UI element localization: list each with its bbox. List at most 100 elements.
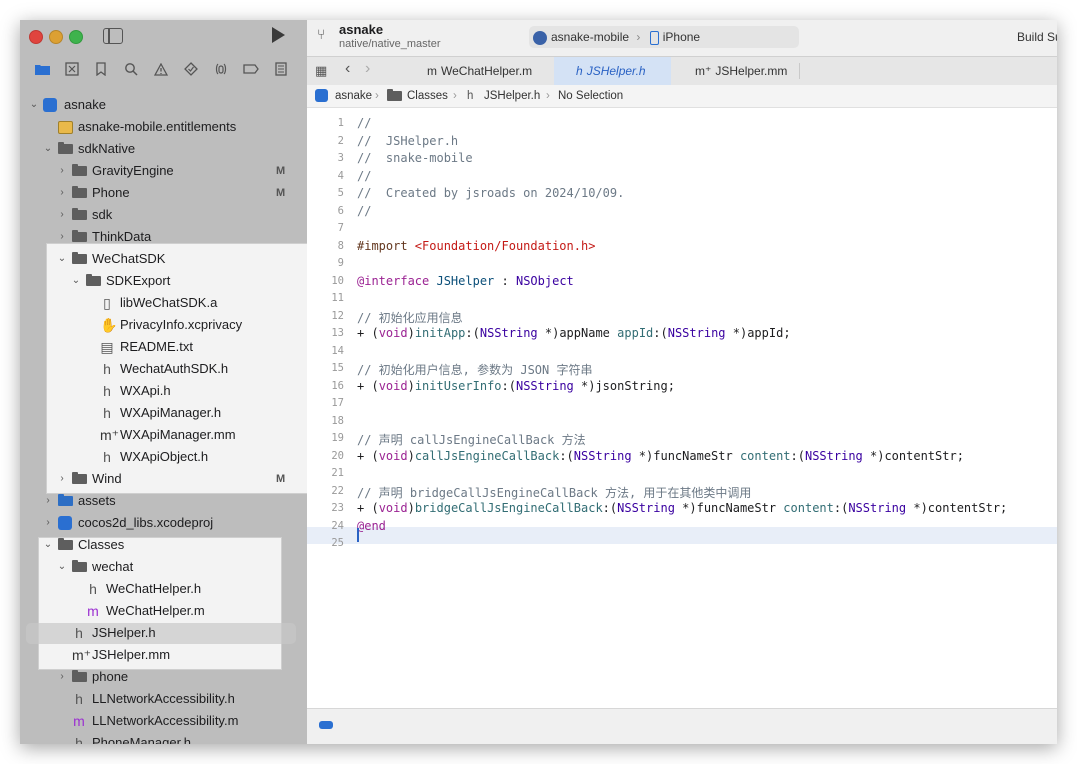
- tree-item-classes[interactable]: ⌄ Classes: [20, 534, 307, 556]
- forward-arrow-icon[interactable]: ›: [365, 60, 370, 78]
- destination-name: iPhone: [662, 30, 701, 44]
- jumpbar-file[interactable]: JSHelper.h: [484, 85, 540, 107]
- tree-item-libwechatsdk[interactable]: ▯ libWeChatSDK.a: [20, 292, 307, 314]
- tree-item-wechatsdk[interactable]: ⌄ WeChatSDK: [20, 248, 307, 270]
- back-arrow-icon[interactable]: ‹: [345, 60, 350, 78]
- chevron-right-icon[interactable]: ›: [57, 160, 67, 182]
- chevron-right-icon[interactable]: ›: [57, 182, 67, 204]
- chevron-right-icon[interactable]: ›: [57, 226, 67, 248]
- run-button[interactable]: [272, 27, 285, 43]
- window-toolbar: ⑂ asnake native/native_master asnake-mob…: [307, 20, 1057, 56]
- project-navigator-icon[interactable]: [34, 61, 50, 77]
- tree-item-jshelper-mm[interactable]: m⁺ JSHelper.mm: [20, 644, 307, 666]
- tree-item-phonemanager-h[interactable]: h PhoneManager.h: [20, 732, 307, 744]
- code-line[interactable]: + (void)callJsEngineCallBack:(NSString *…: [357, 449, 964, 463]
- chevron-down-icon[interactable]: ⌄: [57, 248, 67, 270]
- tree-item-sdkexport[interactable]: ⌄ SDKExport: [20, 270, 307, 292]
- tree-item-wechatauthsdk[interactable]: h WechatAuthSDK.h: [20, 358, 307, 380]
- code-line[interactable]: // 初始化应用信息: [357, 309, 463, 326]
- tree-item-sdknative[interactable]: ⌄ sdkNative: [20, 138, 307, 160]
- code-line[interactable]: #import <Foundation/Foundation.h>: [357, 239, 595, 253]
- line-number: 2: [337, 134, 344, 147]
- tab-label: JSHelper.h: [586, 64, 646, 78]
- chevron-right-icon[interactable]: ›: [57, 204, 67, 226]
- source-editor[interactable]: 1 // 2 // JSHelper.h 3 // snake-mobile 4 // 5 // …: [307, 108, 1057, 708]
- code-line[interactable]: // snake-mobile: [357, 151, 473, 165]
- tree-item-llnetwork-m[interactable]: m LLNetworkAccessibility.m: [20, 710, 307, 732]
- tree-item-wxapiobject-h[interactable]: h WXApiObject.h: [20, 446, 307, 468]
- chevron-down-icon[interactable]: ⌄: [57, 556, 67, 578]
- branch-name[interactable]: native/native_master: [339, 38, 441, 50]
- tree-item-asnake[interactable]: ⌄ asnake: [20, 94, 307, 116]
- tree-item-llnetwork-h[interactable]: h LLNetworkAccessibility.h: [20, 688, 307, 710]
- tree-item-wechathelper-h[interactable]: h WeChatHelper.h: [20, 578, 307, 600]
- chevron-down-icon[interactable]: ⌄: [43, 534, 53, 556]
- chevron-right-icon[interactable]: ›: [57, 666, 67, 688]
- code-line[interactable]: + (void)bridgeCallJsEngineCallBack:(NSSt…: [357, 501, 1007, 515]
- find-navigator-icon[interactable]: [123, 61, 139, 77]
- code-line[interactable]: // Created by jsroads on 2024/10/09.: [357, 186, 624, 200]
- tree-item-entitlements[interactable]: asnake-mobile.entitlements: [20, 116, 307, 138]
- modified-badge: M: [276, 187, 286, 199]
- tree-item-sdk[interactable]: › sdk: [20, 204, 307, 226]
- chevron-right-icon[interactable]: ›: [43, 512, 53, 534]
- objcpp-file-icon: m⁺: [72, 647, 92, 663]
- jumpbar-project[interactable]: asnake: [335, 85, 372, 107]
- line-number: 17: [331, 397, 344, 409]
- tree-item-readme[interactable]: ▤ README.txt: [20, 336, 307, 358]
- tree-item-jshelper-h[interactable]: h JSHelper.h: [20, 622, 307, 644]
- tab-jshelper-h[interactable]: h JSHelper.h: [554, 57, 671, 85]
- report-navigator-icon[interactable]: [273, 61, 289, 77]
- jumpbar-group[interactable]: Classes: [407, 85, 448, 107]
- code-line[interactable]: @interface JSHelper : NSObject: [357, 274, 574, 288]
- chevron-down-icon[interactable]: ⌄: [29, 94, 39, 116]
- code-line[interactable]: // 初始化用户信息, 参数为 JSON 字符串: [357, 361, 592, 378]
- breakpoint-navigator-icon[interactable]: [243, 61, 259, 77]
- grid-icon[interactable]: ▦: [315, 63, 327, 79]
- tree-item-wechathelper-m[interactable]: m WeChatHelper.m: [20, 600, 307, 622]
- debug-area-toggle-icon[interactable]: [319, 721, 333, 729]
- tree-item-wxapimanager-mm[interactable]: m⁺ WXApiManager.mm: [20, 424, 307, 446]
- code-line[interactable]: //: [357, 116, 371, 130]
- code-line[interactable]: // 声明 callJsEngineCallBack 方法: [357, 431, 586, 448]
- code-line[interactable]: @end: [357, 519, 386, 533]
- tree-item-phone-group[interactable]: › phone: [20, 666, 307, 688]
- tree-item-cocos2d-libs[interactable]: › cocos2d_libs.xcodeproj: [20, 512, 307, 534]
- tree-item-privacyinfo[interactable]: ✋ PrivacyInfo.xcprivacy: [20, 314, 307, 336]
- tree-item-wxapi-h[interactable]: h WXApi.h: [20, 380, 307, 402]
- jumpbar-symbol[interactable]: No Selection: [558, 85, 623, 107]
- bookmark-navigator-icon[interactable]: [93, 61, 109, 77]
- line-number: 18: [331, 414, 344, 427]
- tree-item-thinkdata[interactable]: › ThinkData: [20, 226, 307, 248]
- chevron-down-icon[interactable]: ⌄: [71, 270, 81, 292]
- sidebar-toggle-icon[interactable]: [103, 28, 123, 44]
- tree-item-phone[interactable]: › Phone M: [20, 182, 307, 204]
- chevron-down-icon[interactable]: ⌄: [43, 138, 53, 160]
- code-line[interactable]: //: [357, 204, 371, 218]
- tree-item-assets[interactable]: › assets: [20, 490, 307, 512]
- chevron-right-icon[interactable]: ›: [57, 468, 67, 490]
- issue-navigator-icon[interactable]: [153, 61, 169, 77]
- debug-navigator-icon[interactable]: [213, 61, 229, 77]
- source-control-navigator-icon[interactable]: [64, 61, 80, 77]
- code-line[interactable]: + (void)initUserInfo:(NSString *)jsonStr…: [357, 379, 675, 393]
- zoom-window-button[interactable]: [69, 30, 83, 44]
- tab-divider: [799, 63, 800, 79]
- tab-wechathelper-m[interactable]: m WeChatHelper.m: [407, 57, 547, 85]
- code-line[interactable]: //: [357, 169, 371, 183]
- code-line[interactable]: // 声明 bridgeCallJsEngineCallBack 方法, 用于在…: [357, 484, 751, 501]
- scheme-selector[interactable]: asnake-mobile › iPhone: [529, 26, 799, 48]
- tree-item-wxapimanager-h[interactable]: h WXApiManager.h: [20, 402, 307, 424]
- test-navigator-icon[interactable]: [183, 61, 199, 77]
- close-window-button[interactable]: [29, 30, 43, 44]
- code-line[interactable]: + (void)initApp:(NSString *)appName appI…: [357, 326, 791, 340]
- tab-jshelper-mm[interactable]: m⁺ JSHelper.mm: [675, 57, 805, 85]
- navigator-selector-bar: [20, 57, 307, 81]
- code-line[interactable]: // JSHelper.h: [357, 134, 458, 148]
- chevron-right-icon[interactable]: ›: [43, 490, 53, 512]
- tree-item-wechat[interactable]: ⌄ wechat: [20, 556, 307, 578]
- minimize-window-button[interactable]: [49, 30, 63, 44]
- tree-item-wind[interactable]: › Wind M: [20, 468, 307, 490]
- tree-item-gravityengine[interactable]: › GravityEngine M: [20, 160, 307, 182]
- line-number: 10: [331, 274, 344, 287]
